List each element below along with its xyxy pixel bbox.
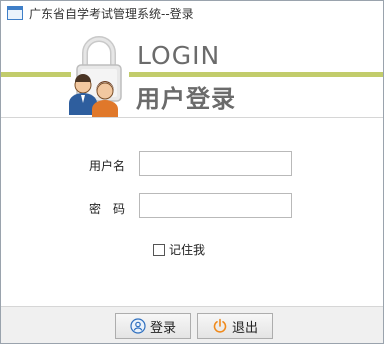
login-button-label: 登录: [149, 320, 176, 336]
user-icon: [130, 318, 146, 334]
login-window: 广东省自学考试管理系统--登录 LOGIN 用户登录 用户名 密 码 记住我 登…: [0, 0, 384, 344]
banner-subtitle: 用户登录: [136, 85, 236, 113]
banner-title: LOGIN: [137, 41, 221, 70]
login-button[interactable]: 登录: [115, 313, 191, 339]
username-input[interactable]: [139, 151, 292, 176]
power-icon: [213, 318, 227, 333]
password-input[interactable]: [139, 193, 292, 218]
window-title: 广东省自学考试管理系统--登录: [29, 7, 194, 21]
remember-me-option[interactable]: 记住我: [153, 241, 205, 258]
title-bar: 广东省自学考试管理系统--登录: [1, 1, 383, 25]
app-window-icon: [7, 6, 23, 20]
exit-button-label: 退出: [231, 320, 258, 336]
banner-accent-line-right: [129, 72, 383, 77]
banner-accent-line-left: [1, 72, 71, 77]
padlock-users-icon: [69, 36, 122, 117]
password-label: 密 码: [89, 202, 126, 216]
remember-me-label: 记住我: [169, 243, 206, 257]
login-banner: LOGIN 用户登录: [1, 25, 383, 119]
remember-me-checkbox[interactable]: [153, 243, 165, 256]
exit-button[interactable]: 退出: [197, 313, 273, 339]
username-label: 用户名: [89, 159, 126, 173]
header-divider: [1, 117, 383, 118]
button-bar: 登录 退出: [1, 306, 383, 343]
